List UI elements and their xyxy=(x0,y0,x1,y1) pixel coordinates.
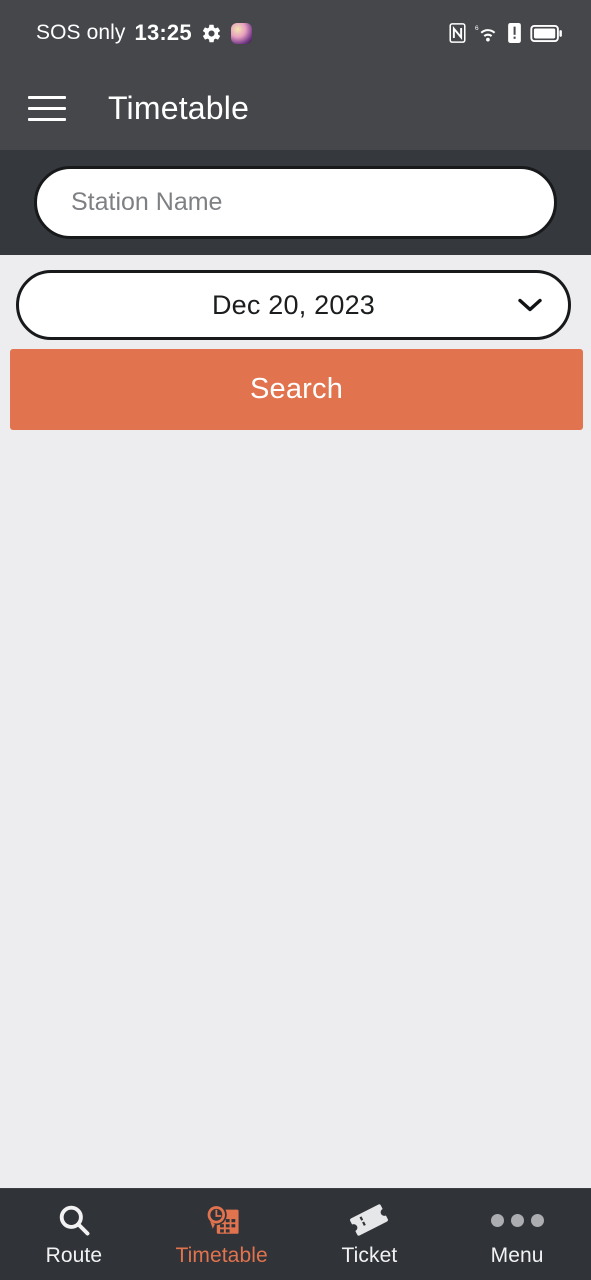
date-select-control[interactable]: Dec 20, 2023 xyxy=(16,270,571,340)
date-value-label: Dec 20, 2023 xyxy=(211,289,376,320)
dot xyxy=(530,1213,544,1227)
chevron-down-icon[interactable] xyxy=(517,297,543,313)
gear-icon xyxy=(202,24,220,42)
date-picker[interactable]: Dec 20, 2023 xyxy=(16,270,571,340)
nav-label-menu: Menu xyxy=(490,1244,544,1267)
timetable-icon xyxy=(203,1201,241,1239)
svg-text:6: 6 xyxy=(475,24,479,31)
hamburger-menu-icon[interactable] xyxy=(28,87,70,129)
nav-label-route: Route xyxy=(45,1244,103,1267)
alert-icon xyxy=(508,23,521,43)
page-title: Timetable xyxy=(108,89,250,126)
search-button[interactable]: Search xyxy=(10,349,583,430)
bottom-navigation-bar: Route Timetable Ticket Menu xyxy=(0,1188,591,1280)
dot xyxy=(490,1213,504,1227)
nfc-icon xyxy=(449,23,466,43)
status-bar-left: SOS only 13:25 xyxy=(36,20,252,46)
nav-item-ticket[interactable]: Ticket xyxy=(296,1189,444,1280)
app-bar: Timetable xyxy=(0,66,591,150)
wifi-6-icon: 6 xyxy=(475,24,496,41)
nav-item-timetable[interactable]: Timetable xyxy=(148,1189,296,1280)
dots-group xyxy=(490,1213,544,1227)
nav-label-ticket: Ticket xyxy=(341,1244,398,1267)
hamburger-line xyxy=(28,106,66,110)
battery-icon xyxy=(530,24,562,42)
hamburger-line xyxy=(28,95,66,99)
nav-item-menu[interactable]: Menu xyxy=(443,1189,591,1280)
status-bar: SOS only 13:25 6 xyxy=(0,0,591,66)
clock-label: 13:25 xyxy=(134,20,192,45)
station-name-input[interactable] xyxy=(34,166,557,239)
dot xyxy=(510,1213,524,1227)
status-bar-right: 6 xyxy=(449,23,563,44)
carrier-label: SOS only xyxy=(36,21,126,44)
more-dots-icon xyxy=(490,1201,544,1239)
nav-item-route[interactable]: Route xyxy=(0,1189,148,1280)
search-icon xyxy=(56,1201,92,1239)
main-content: Dec 20, 2023 Search xyxy=(0,255,591,1280)
ticket-icon xyxy=(349,1201,389,1239)
nav-label-timetable: Timetable xyxy=(175,1244,268,1267)
hamburger-line xyxy=(28,117,66,121)
station-search-band xyxy=(0,150,591,255)
app-icon xyxy=(230,22,252,44)
